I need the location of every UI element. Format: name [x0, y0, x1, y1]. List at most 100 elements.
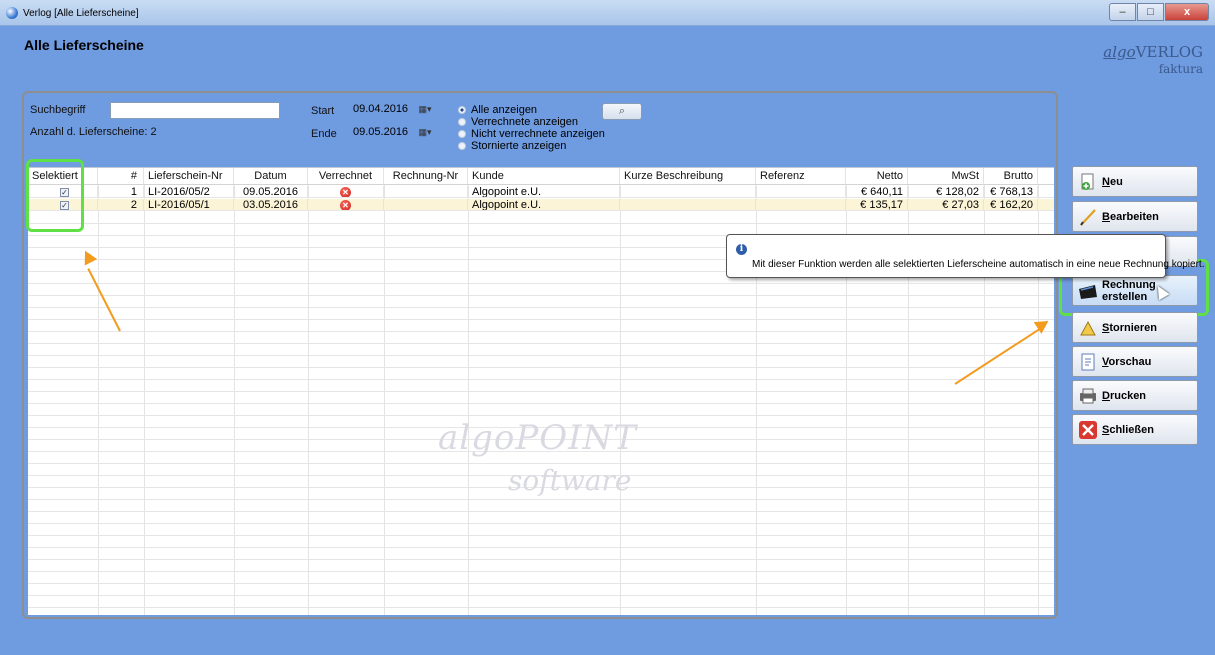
brand-logo: algoVERLOG faktura: [1103, 43, 1203, 76]
empty-grid-row: [28, 296, 1054, 308]
search-label: Suchbegriff: [30, 104, 86, 116]
header-mwst[interactable]: MwSt: [908, 168, 984, 184]
row-beschreibung: [620, 199, 756, 210]
radio-verrechnete[interactable]: Verrechnete anzeigen: [458, 116, 578, 128]
title-bar: Verlog [Alle Lieferscheine] – □ x: [0, 0, 1215, 26]
row-datum: 09.05.2016: [234, 186, 308, 197]
empty-grid-row: [28, 284, 1054, 296]
table-row[interactable]: ✓ 1 LI-2016/05/2 09.05.2016 ✕ Algopoint …: [28, 186, 1054, 198]
red-x-icon: ✕: [340, 187, 351, 197]
row-netto: € 640,11: [846, 186, 908, 197]
radio-label: Verrechnete anzeigen: [471, 116, 579, 128]
button-label: earbeiten: [1109, 211, 1159, 223]
invoice-icon: [1079, 285, 1097, 299]
empty-grid-row: [28, 452, 1054, 464]
close-icon: [1079, 421, 1097, 439]
header-beschreibung[interactable]: Kurze Beschreibung: [620, 168, 756, 184]
highlight-select-column: [26, 159, 84, 232]
empty-grid-row: [28, 440, 1054, 452]
header-referenz[interactable]: Referenz: [756, 168, 846, 184]
drucken-button[interactable]: Drucken: [1072, 380, 1198, 411]
radio-label: Nicht verrechnete anzeigen: [471, 128, 605, 140]
header-lieferschein-nr[interactable]: Lieferschein-Nr: [144, 168, 234, 184]
logo-brand-italic: algo: [1103, 43, 1136, 61]
stornieren-button[interactable]: Stornieren: [1072, 312, 1198, 343]
bearbeiten-button[interactable]: Bearbeiten: [1072, 201, 1198, 232]
header-netto[interactable]: Netto: [846, 168, 908, 184]
empty-grid-row: [28, 308, 1054, 320]
header-num[interactable]: #: [98, 168, 144, 184]
maximize-button[interactable]: □: [1137, 3, 1164, 21]
empty-grid-row: [28, 392, 1054, 404]
tooltip-text: Mit dieser Funktion werden alle selektie…: [752, 259, 1205, 270]
button-label: rucken: [1109, 390, 1147, 402]
search-input[interactable]: [110, 102, 280, 119]
window-controls: – □ x: [1109, 3, 1209, 21]
header-kunde[interactable]: Kunde: [468, 168, 620, 184]
header-datum[interactable]: Datum: [234, 168, 308, 184]
empty-grid-row: [28, 428, 1054, 440]
minimize-button[interactable]: –: [1109, 3, 1136, 21]
count-text: Anzahl d. Lieferscheine: 2: [30, 126, 157, 138]
button-label-line2: erstellen: [1102, 291, 1148, 303]
row-referenz: [756, 199, 846, 210]
empty-grid-row: [28, 584, 1054, 596]
empty-grid-row: [28, 512, 1054, 524]
row-lieferschein-nr: LI-2016/05/2: [144, 186, 234, 197]
accel-letter: N: [1102, 176, 1110, 188]
empty-grid-row: [28, 344, 1054, 356]
logo-sub: faktura: [1158, 62, 1203, 76]
row-brutto: € 768,13: [984, 186, 1038, 197]
table-header: Selektiert # Lieferschein-Nr Datum Verre…: [28, 168, 1054, 185]
button-label: eu: [1109, 176, 1123, 188]
row-num: 1: [98, 186, 144, 197]
row-verrechnet: ✕: [308, 199, 384, 210]
start-date-field[interactable]: 09.04.2016: [350, 102, 414, 119]
filter-area: Suchbegriff Anzahl d. Lieferscheine: 2 S…: [24, 93, 1056, 167]
empty-grid-row: [28, 332, 1054, 344]
app-icon: [6, 7, 18, 19]
cancel-doc-icon: [1080, 320, 1096, 336]
row-kunde: Algopoint e.U.: [468, 186, 620, 197]
empty-grid-row: [28, 476, 1054, 488]
radio-stornierte[interactable]: Stornierte anzeigen: [458, 140, 566, 152]
empty-grid-row: [28, 320, 1054, 332]
button-label-line1: Rechnung: [1102, 279, 1156, 291]
logo-brand-rest: VERLOG: [1135, 43, 1203, 61]
search-button[interactable]: ⌕: [602, 103, 642, 120]
start-date-dropdown-icon[interactable]: ▦▾: [414, 102, 436, 119]
radio-nicht-verrechnete[interactable]: Nicht verrechnete anzeigen: [458, 128, 605, 140]
tooltip: i Mit dieser Funktion werden alle selekt…: [726, 234, 1204, 278]
empty-grid-row: [28, 464, 1054, 476]
header-rechnung-nr[interactable]: Rechnung-Nr: [384, 168, 468, 184]
row-num: 2: [98, 199, 144, 210]
close-window-button[interactable]: x: [1165, 3, 1209, 21]
end-date-dropdown-icon[interactable]: ▦▾: [414, 125, 436, 142]
button-label: chließen: [1109, 424, 1154, 436]
row-mwst: € 128,02: [908, 186, 984, 197]
app-window: Verlog [Alle Lieferscheine] – □ x Alle L…: [0, 0, 1215, 655]
empty-grid-row: [28, 536, 1054, 548]
header-brutto[interactable]: Brutto: [984, 168, 1038, 184]
radio-button-icon: [458, 106, 466, 114]
neu-button[interactable]: Neu: [1072, 166, 1198, 197]
rechnung-erstellen-button[interactable]: Rechnung erstellen: [1072, 275, 1198, 306]
magnifier-icon: ⌕: [618, 105, 626, 117]
button-label: orschau: [1108, 356, 1152, 368]
header-verrechnet[interactable]: Verrechnet: [308, 168, 384, 184]
table-row[interactable]: ✓ 2 LI-2016/05/1 03.05.2016 ✕ Algopoint …: [28, 199, 1054, 211]
end-date-field[interactable]: 09.05.2016: [350, 125, 414, 142]
page-title: Alle Lieferscheine: [24, 37, 144, 53]
schliessen-button[interactable]: Schließen: [1072, 414, 1198, 445]
row-rechnung-nr: [384, 199, 468, 210]
radio-alle[interactable]: Alle anzeigen: [458, 104, 537, 116]
empty-grid-row: [28, 488, 1054, 500]
empty-grid-row: [28, 212, 1054, 224]
main-panel: Suchbegriff Anzahl d. Lieferscheine: 2 S…: [22, 91, 1058, 619]
pencil-icon: [1080, 209, 1096, 226]
vorschau-button[interactable]: Vorschau: [1072, 346, 1198, 377]
radio-label: Alle anzeigen: [471, 104, 538, 116]
accel-letter: D: [1102, 390, 1110, 402]
empty-grid-row: [28, 404, 1054, 416]
end-label: Ende: [311, 128, 337, 140]
